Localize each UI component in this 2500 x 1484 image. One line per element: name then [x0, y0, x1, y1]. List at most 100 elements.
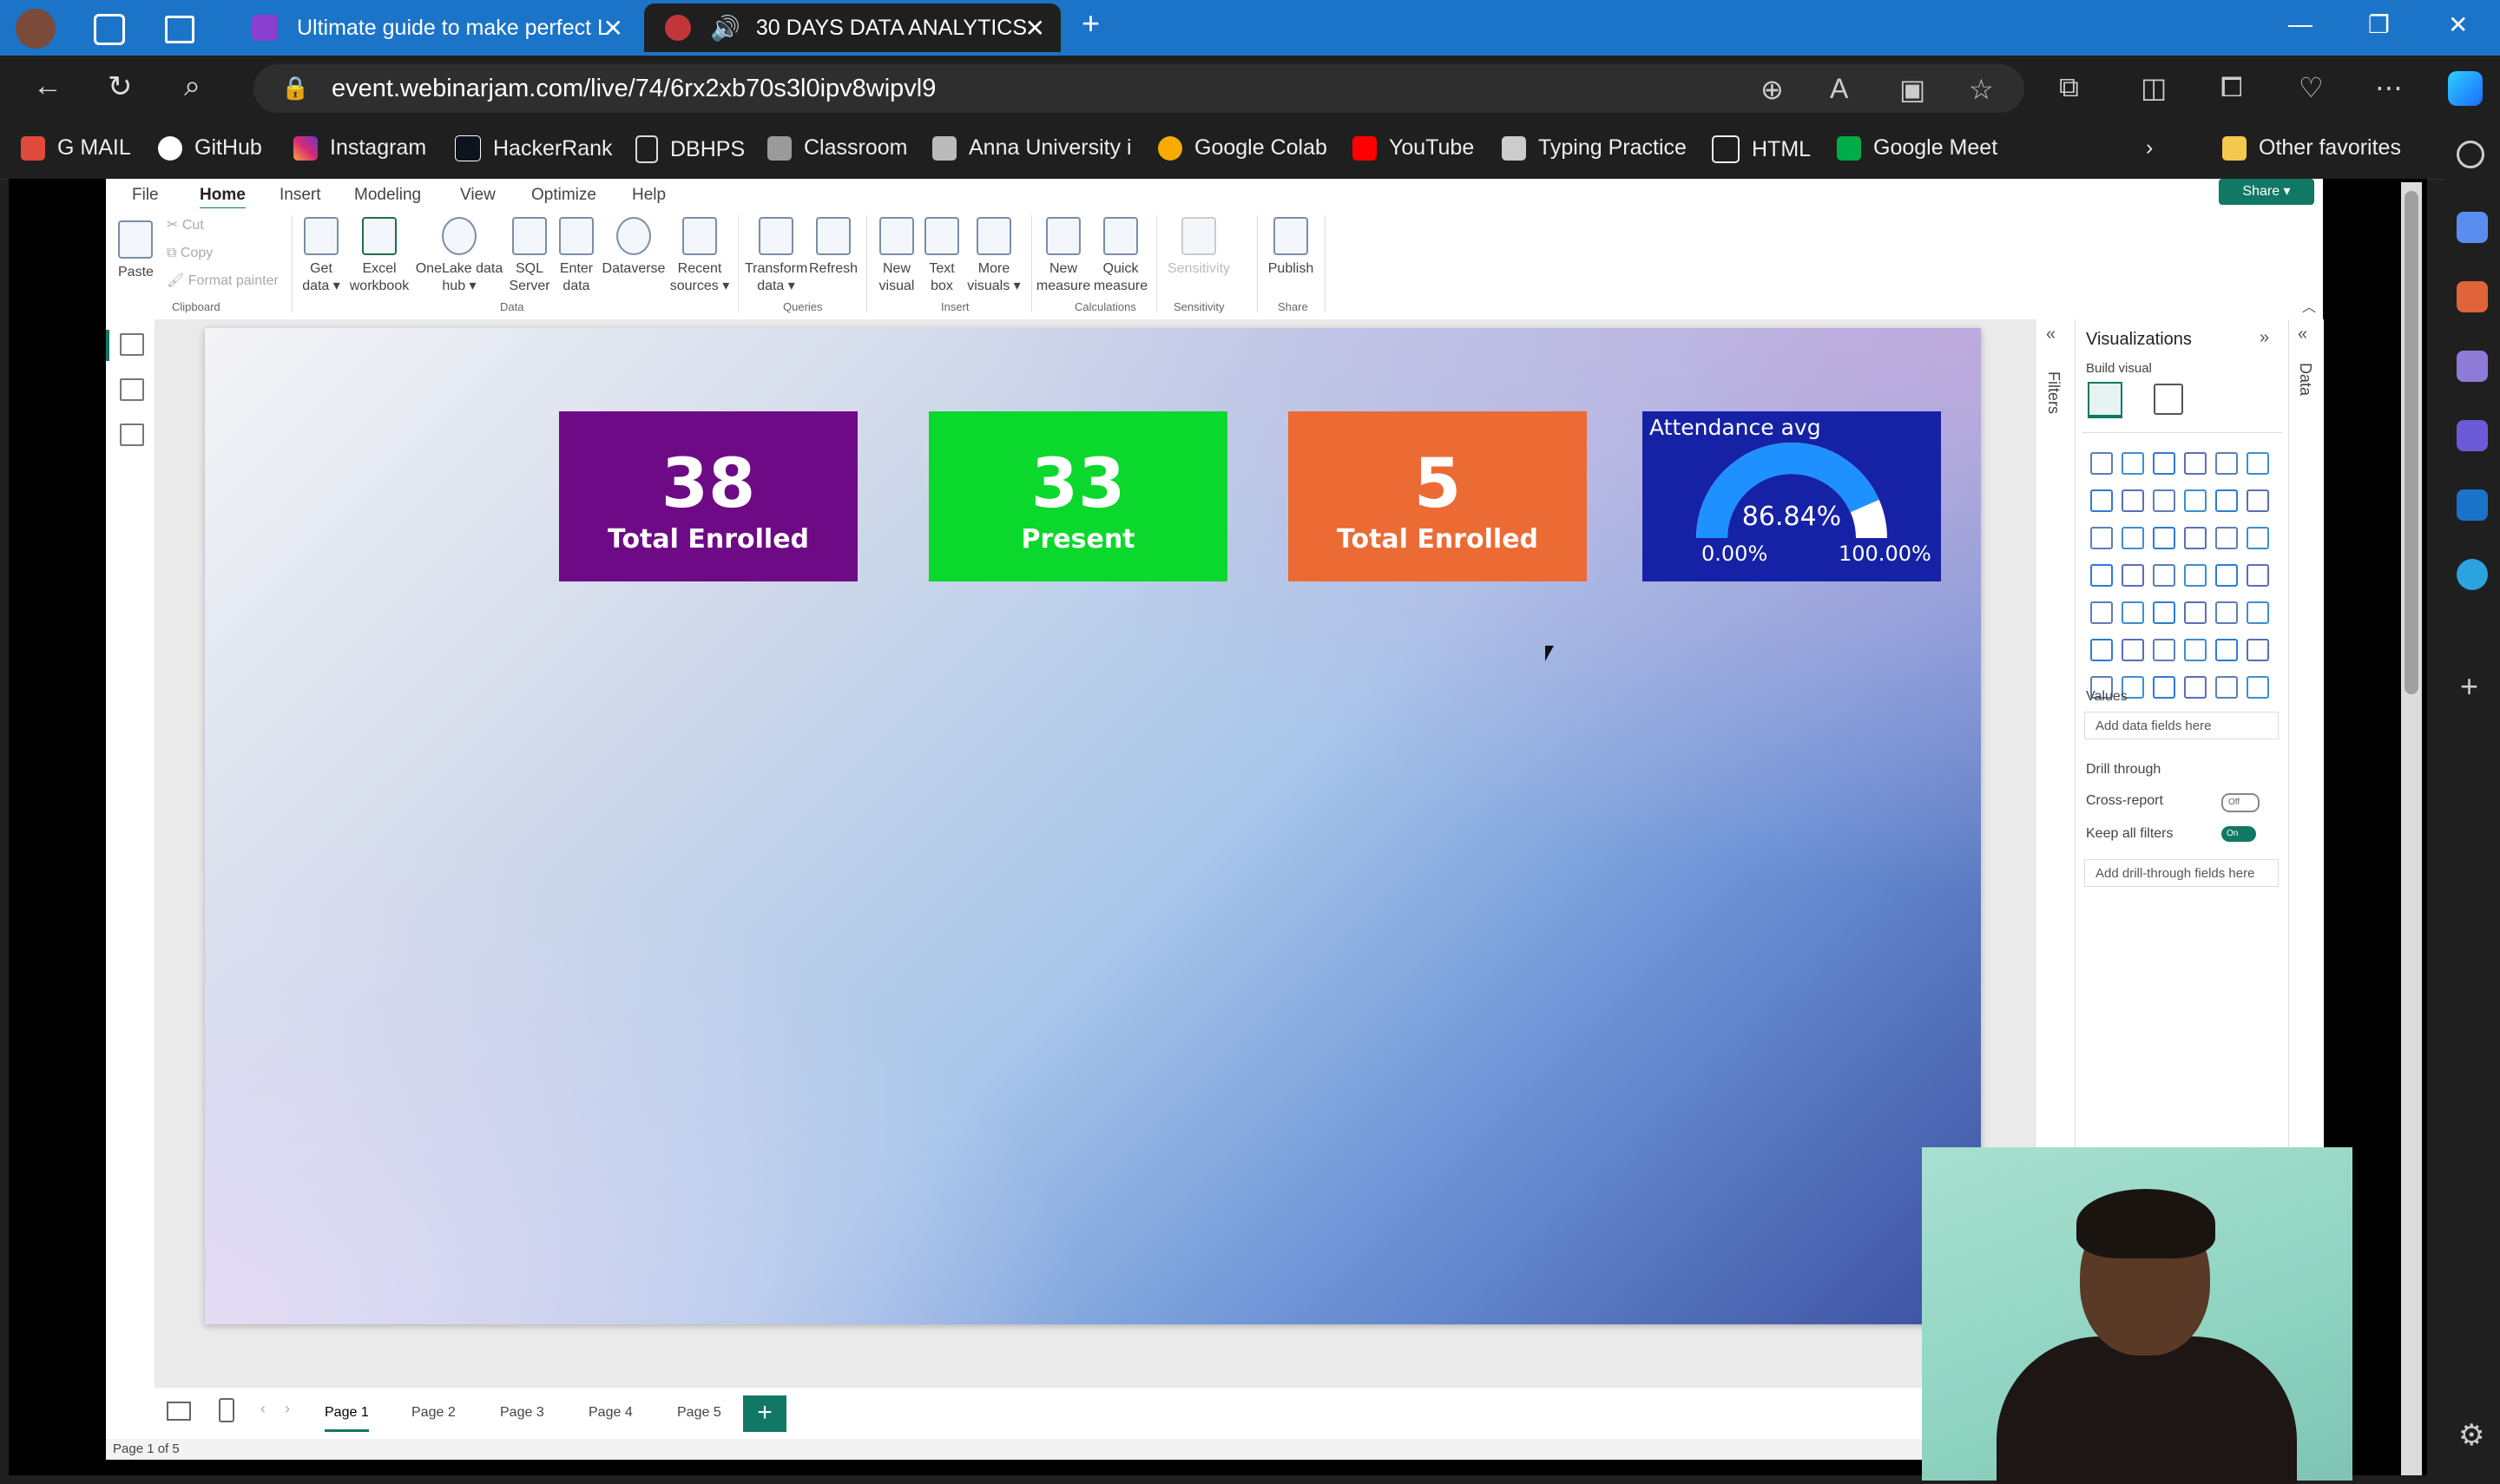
dataverse-button[interactable]: Dataverse: [601, 217, 667, 278]
search-icon[interactable]: ⌕: [184, 69, 201, 103]
speaker-icon[interactable]: 🔊: [710, 14, 740, 43]
tab-home[interactable]: Home: [200, 186, 246, 210]
visual-type-icon[interactable]: [2122, 564, 2144, 587]
tab-file[interactable]: File: [132, 186, 159, 205]
bookmark-github[interactable]: GitHub: [158, 135, 262, 161]
new-tab-icon[interactable]: +: [1082, 5, 1100, 42]
visual-type-icon[interactable]: [2215, 452, 2238, 475]
onelake-button[interactable]: OneLake data hub ▾: [413, 217, 505, 295]
visual-type-icon[interactable]: [2122, 527, 2144, 549]
format-visual-tab-icon[interactable]: [2154, 384, 2183, 415]
zoom-icon[interactable]: ⊕: [1760, 73, 1784, 106]
tab-help[interactable]: Help: [632, 186, 666, 205]
bookmark-typing-practice[interactable]: Typing Practice: [1502, 135, 1687, 161]
bookmark-hackerrank[interactable]: HackerRank: [455, 135, 613, 161]
visual-type-icon[interactable]: [2215, 489, 2238, 512]
bookmark-classroom[interactable]: Classroom: [767, 135, 907, 161]
visual-type-icon[interactable]: [2247, 489, 2269, 512]
app-available-icon[interactable]: ▣: [1899, 73, 1925, 106]
table-view-icon[interactable]: [120, 378, 144, 401]
games-icon[interactable]: [2457, 351, 2488, 382]
quick-measure-button[interactable]: Quick measure: [1092, 217, 1149, 295]
copilot-icon[interactable]: [2448, 71, 2483, 106]
publish-button[interactable]: Publish: [1266, 217, 1316, 278]
visual-type-icon[interactable]: [2184, 639, 2207, 661]
visual-type-icon[interactable]: [2153, 601, 2175, 624]
desktop-layout-icon[interactable]: [167, 1402, 191, 1421]
tab-optimize[interactable]: Optimize: [531, 186, 596, 205]
bookmark-google-colab[interactable]: Google Colab: [1158, 135, 1327, 161]
values-well[interactable]: Add data fields here: [2084, 712, 2279, 739]
page-scrollbar-thumb[interactable]: [2405, 191, 2418, 694]
favorite-star-icon[interactable]: ☆: [1969, 73, 1994, 106]
close-window-icon[interactable]: ✕: [2448, 10, 2468, 39]
visual-type-icon[interactable]: [2184, 676, 2207, 699]
paste-button[interactable]: Paste: [118, 220, 154, 281]
other-favorites[interactable]: Other favorites: [2222, 135, 2401, 161]
split-screen-icon[interactable]: ◫: [2141, 71, 2167, 104]
model-view-icon[interactable]: [120, 424, 144, 446]
visual-type-icon[interactable]: [2153, 489, 2175, 512]
kpi-card-present[interactable]: 33 Present: [929, 411, 1227, 581]
visual-type-icon[interactable]: [2090, 527, 2113, 549]
lock-icon[interactable]: 🔒: [281, 75, 309, 102]
new-visual-button[interactable]: New visual: [873, 217, 920, 295]
bookmark-html[interactable]: HTML: [1712, 135, 1811, 163]
page-tab-5[interactable]: Page 5: [677, 1405, 721, 1421]
visual-type-icon[interactable]: [2153, 676, 2175, 699]
address-field[interactable]: 🔒 event.webinarjam.com/live/74/6rx2xb70s…: [253, 64, 2024, 113]
visual-type-icon[interactable]: [2184, 452, 2207, 475]
visual-type-icon[interactable]: [2247, 676, 2269, 699]
kpi-card-total-enrolled[interactable]: 38 Total Enrolled: [559, 411, 858, 581]
enter-data-button[interactable]: Enter data: [554, 217, 599, 295]
visual-type-icon[interactable]: [2090, 639, 2113, 661]
telegram-icon[interactable]: [2457, 559, 2488, 590]
bookmark-gmail[interactable]: G MAIL: [21, 135, 131, 161]
search-icon[interactable]: [2457, 141, 2484, 168]
close-tab-icon[interactable]: ✕: [1025, 14, 1045, 43]
text-box-button[interactable]: Text box: [922, 217, 962, 295]
visual-type-icon[interactable]: [2215, 601, 2238, 624]
shopping-icon[interactable]: [2457, 212, 2488, 243]
visual-type-icon[interactable]: [2153, 564, 2175, 587]
report-view-icon[interactable]: [120, 333, 144, 356]
new-measure-button[interactable]: New measure: [1035, 217, 1092, 295]
tab-30-days[interactable]: 🔊 30 DAYS DATA ANALYTICS M ✕: [644, 3, 1061, 52]
tab-view[interactable]: View: [460, 186, 496, 205]
minimize-icon[interactable]: —: [2288, 10, 2312, 38]
add-sidebar-icon[interactable]: +: [2460, 668, 2478, 705]
get-data-button[interactable]: Get data ▾: [299, 217, 344, 295]
page-tab-2[interactable]: Page 2: [411, 1405, 456, 1421]
visual-type-icon[interactable]: [2247, 564, 2269, 587]
settings-gear-icon[interactable]: ⚙: [2458, 1418, 2484, 1453]
bookmark-dbhps[interactable]: DBHPS: [635, 135, 745, 163]
collections-icon[interactable]: ⧠: [2220, 71, 2243, 104]
microsoft-365-icon[interactable]: [2457, 420, 2488, 451]
bookmark-anna-university[interactable]: Anna University i: [932, 135, 1132, 161]
visual-type-icon[interactable]: [2184, 564, 2207, 587]
visual-type-icon[interactable]: [2215, 564, 2238, 587]
close-tab-icon[interactable]: ✕: [603, 14, 623, 43]
more-visuals-button[interactable]: More visuals ▾: [965, 217, 1023, 295]
visual-type-icon[interactable]: [2184, 527, 2207, 549]
bookmark-instagram[interactable]: Instagram: [293, 135, 426, 161]
visual-type-icon[interactable]: [2153, 527, 2175, 549]
keep-all-filters-toggle[interactable]: On: [2221, 826, 2256, 842]
visual-type-icon[interactable]: [2247, 527, 2269, 549]
visual-type-icon[interactable]: [2215, 639, 2238, 661]
sensitivity-button[interactable]: Sensitivity: [1163, 217, 1234, 278]
cross-report-toggle[interactable]: Off: [2221, 793, 2260, 812]
collapse-viz-icon[interactable]: »: [2260, 328, 2269, 348]
add-page-button[interactable]: +: [743, 1395, 786, 1432]
build-visual-tab-icon[interactable]: [2088, 382, 2122, 418]
restore-icon[interactable]: ❐: [2368, 10, 2390, 39]
more-menu-icon[interactable]: ⋯: [2375, 71, 2403, 104]
visual-type-icon[interactable]: [2122, 489, 2144, 512]
tab-ultimate-guide[interactable]: Ultimate guide to make perfect L ✕: [231, 3, 639, 52]
more-bookmarks-chevron-icon[interactable]: ›: [2146, 135, 2153, 161]
sql-server-button[interactable]: SQL Server: [507, 217, 552, 295]
transform-data-button[interactable]: Transform data ▾: [745, 217, 807, 295]
refresh-icon[interactable]: ↻: [108, 69, 133, 104]
next-page-icon[interactable]: ›: [285, 1400, 290, 1418]
page-tab-3[interactable]: Page 3: [500, 1405, 544, 1421]
